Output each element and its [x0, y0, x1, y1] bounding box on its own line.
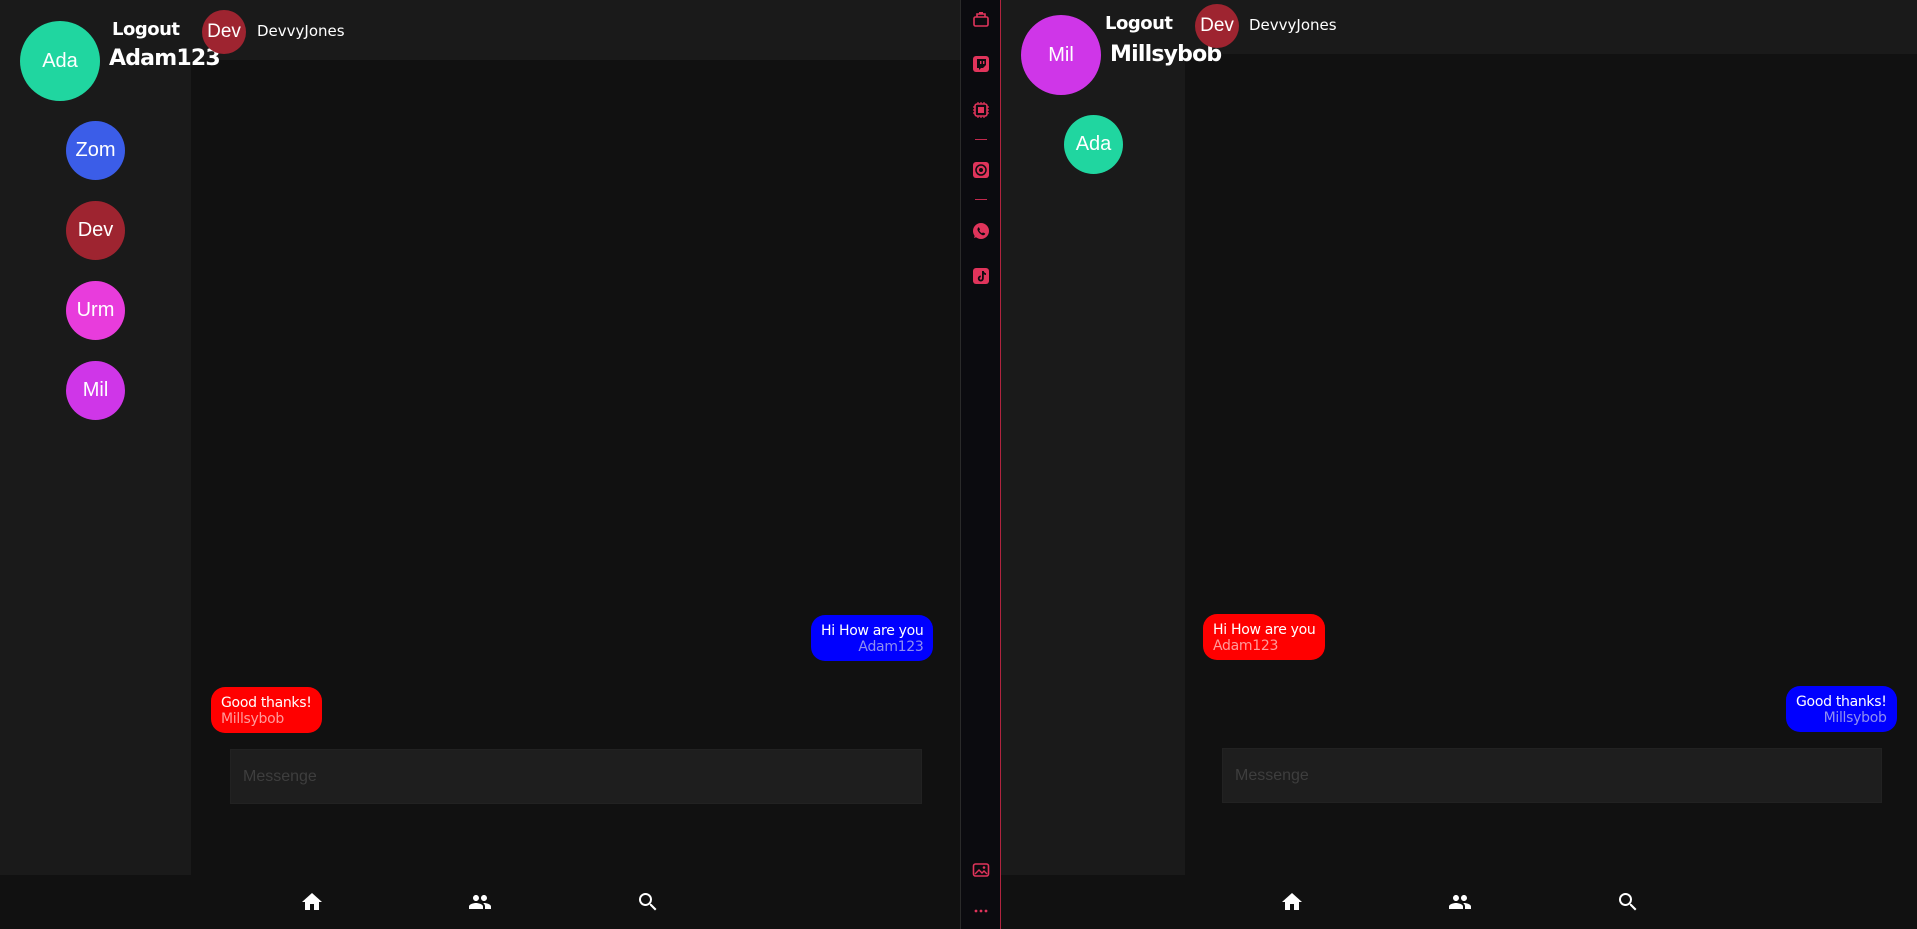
contact-avatar-urm[interactable]: Urm	[66, 281, 125, 340]
message-text: Good thanks!	[221, 695, 312, 711]
contact-initials: Dev	[77, 219, 114, 241]
message-bubble-sent: Hi How are you Adam123	[811, 615, 934, 661]
contact-initials: Urm	[76, 299, 115, 321]
search-icon[interactable]	[1616, 890, 1640, 914]
chat-window-right: Mil Logout Millsybob Dev DevvyJones Ada …	[1001, 0, 1917, 929]
chat-window-left: Ada Logout Adam123 Dev DevvyJones Zom De…	[0, 0, 960, 929]
profile-username: Millsybob	[1110, 42, 1222, 67]
chat-header-name: DevvyJones	[257, 22, 345, 40]
profile-avatar[interactable]: Ada	[20, 21, 100, 101]
contact-avatar-zom[interactable]: Zom	[66, 121, 125, 180]
home-icon[interactable]	[300, 890, 324, 914]
logout-button[interactable]: Logout	[1105, 13, 1173, 34]
side-dock	[960, 0, 1001, 929]
home-icon[interactable]	[1280, 890, 1304, 914]
message-text: Good thanks!	[1796, 694, 1887, 710]
message-bubble-received: Hi How are you Adam123	[1203, 614, 1326, 660]
profile-initials: Mil	[1048, 43, 1074, 66]
message-bubble-received: Good thanks! Millsybob	[211, 687, 322, 733]
chat-header-initials: Dev	[1200, 15, 1234, 36]
chat-header-initials: Dev	[207, 21, 241, 42]
message-bubble-sent: Good thanks! Millsybob	[1786, 686, 1897, 732]
people-icon[interactable]	[1448, 890, 1472, 914]
message-input[interactable]	[230, 749, 922, 804]
profile-initials: Ada	[42, 49, 78, 72]
whatsapp-icon[interactable]	[972, 222, 990, 240]
chat-header-name: DevvyJones	[1249, 16, 1337, 34]
app-drawer-icon[interactable]	[972, 10, 990, 28]
twitch-icon[interactable]	[972, 55, 990, 73]
logout-button[interactable]: Logout	[112, 19, 180, 40]
more-icon[interactable]	[972, 902, 990, 920]
contact-initials: Zom	[75, 139, 116, 161]
gallery-icon[interactable]	[972, 861, 990, 879]
dock-separator	[975, 199, 987, 200]
contact-avatar-mil[interactable]: Mil	[66, 361, 125, 420]
message-text: Hi How are you	[821, 623, 924, 639]
profile-avatar[interactable]: Mil	[1021, 15, 1101, 95]
message-author: Adam123	[1213, 638, 1279, 654]
message-text: Hi How are you	[1213, 622, 1316, 638]
search-icon[interactable]	[636, 890, 660, 914]
message-author: Millsybob	[221, 711, 284, 727]
tiktok-icon[interactable]	[972, 267, 990, 285]
contact-avatar-ada[interactable]: Ada	[1064, 115, 1123, 174]
target-icon[interactable]	[972, 161, 990, 179]
profile-username: Adam123	[109, 46, 221, 71]
contact-initials: Ada	[1075, 133, 1112, 155]
contact-avatar-dev[interactable]: Dev	[66, 201, 125, 260]
message-author: Adam123	[858, 639, 924, 655]
message-input[interactable]	[1222, 748, 1882, 803]
contact-initials: Mil	[82, 379, 109, 401]
dock-separator	[975, 139, 987, 140]
people-icon[interactable]	[468, 890, 492, 914]
chat-header-avatar[interactable]: Dev	[1195, 4, 1239, 48]
chip-icon[interactable]	[972, 101, 990, 119]
bottom-nav	[0, 875, 960, 929]
message-author: Millsybob	[1823, 710, 1887, 726]
bottom-nav	[1001, 875, 1917, 929]
chat-header-avatar[interactable]: Dev	[202, 10, 246, 54]
